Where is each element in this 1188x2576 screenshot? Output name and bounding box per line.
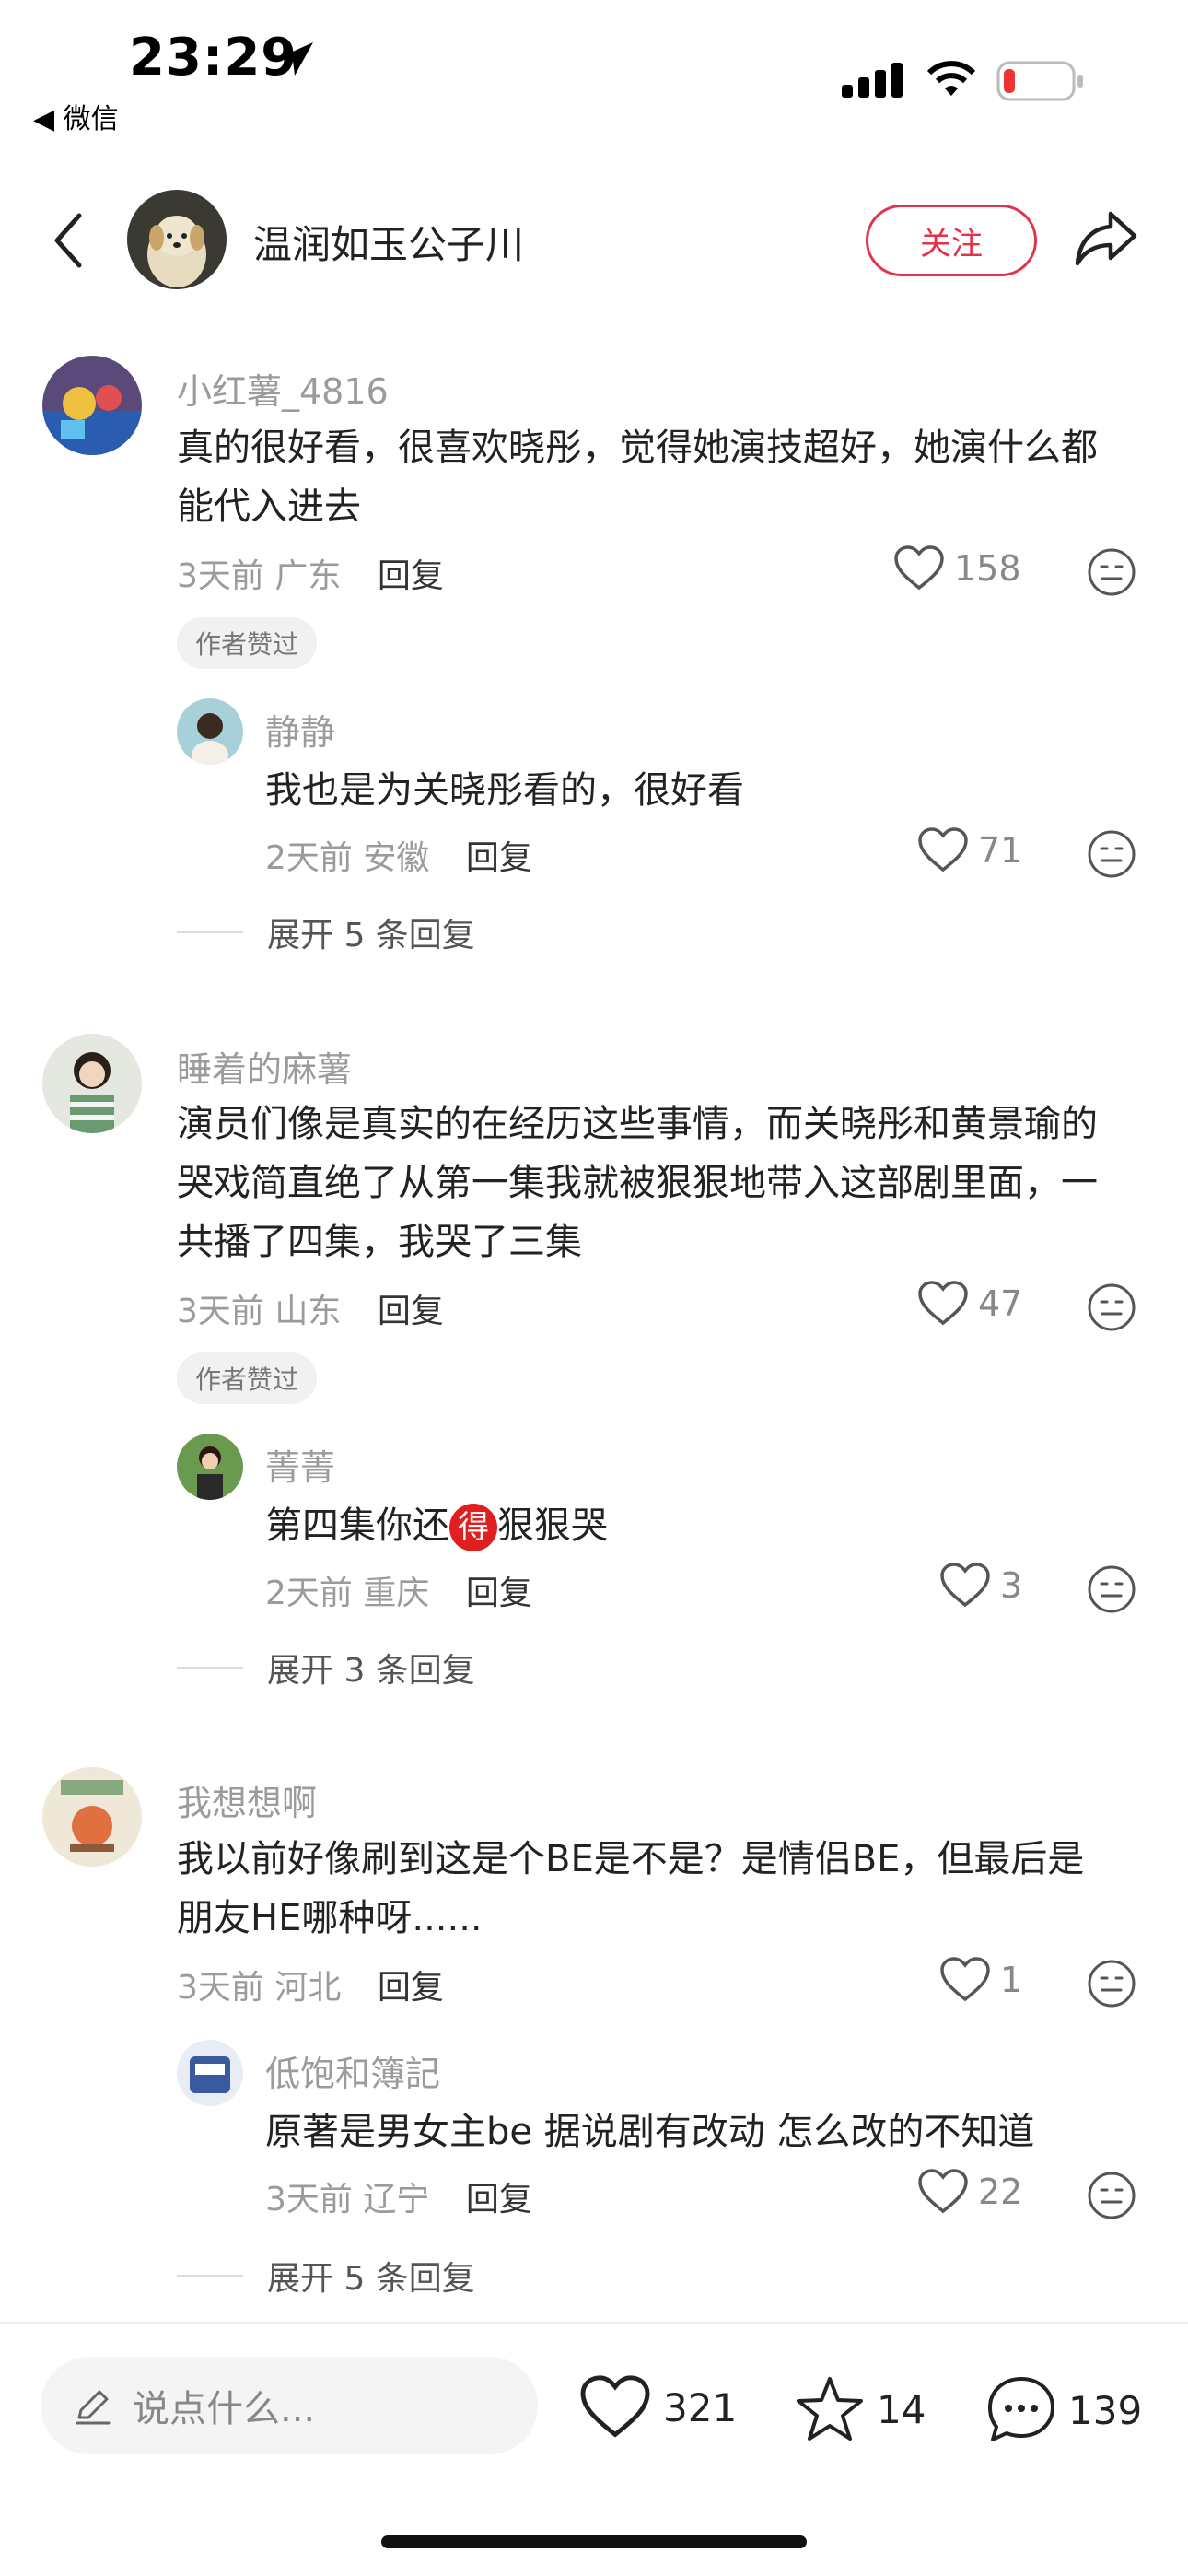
red-character-emoji: 得 — [449, 1504, 497, 1551]
reply-meta: 2天前 重庆 回复 — [265, 1566, 532, 1614]
post-like-count: 321 — [663, 2384, 738, 2430]
comment-username[interactable]: 小红薯_4816 — [177, 363, 389, 414]
like-count: 71 — [978, 830, 1023, 871]
reply-meta: 3天前 辽宁 回复 — [265, 2172, 532, 2220]
reply-text: 我也是为关晓彤看的，很好看 — [265, 769, 744, 812]
author-name[interactable]: 温润如玉公子川 — [253, 214, 524, 270]
comment-text: 演员们像是真实的在经历这些事情，而关晓彤和黄景瑜的 哭戏简直绝了从第一集我就被狠… — [177, 1103, 1098, 1263]
like-button[interactable]: 3 — [939, 1563, 1022, 1609]
like-button[interactable]: 1 — [939, 1957, 1022, 2003]
like-count: 47 — [978, 1283, 1023, 1324]
home-indicator[interactable] — [381, 2535, 807, 2548]
heart-icon — [918, 2169, 968, 2214]
author-avatar[interactable] — [127, 190, 227, 289]
comment-location: 广东 — [274, 557, 342, 595]
like-button[interactable]: 47 — [917, 1281, 1022, 1327]
user-avatar[interactable] — [42, 356, 142, 455]
post-comment-count: 139 — [1068, 2387, 1143, 2433]
reply-meta: 2天前 安徽 回复 — [265, 831, 532, 879]
favorite-post-button[interactable]: 14 — [794, 2375, 926, 2443]
comment-meta: 3天前 河北 回复 — [177, 1961, 444, 2008]
reply-button[interactable]: 回复 — [378, 1293, 444, 1330]
reply-location: 辽宁 — [363, 2181, 430, 2219]
wifi-icon — [926, 61, 976, 96]
emoji-reaction-icon[interactable] — [1087, 547, 1136, 597]
like-button[interactable]: 22 — [917, 2169, 1022, 2215]
reply-user-avatar[interactable] — [177, 1434, 243, 1500]
reply-username[interactable]: 菁菁 — [265, 1439, 335, 1490]
reply-time: 2天前 — [265, 1575, 353, 1612]
reply-button[interactable]: 回复 — [378, 1969, 444, 2007]
comment-location: 山东 — [274, 1293, 342, 1330]
expand-replies-button[interactable]: 展开 5 条回复 — [177, 2252, 475, 2300]
emoji-reaction-icon[interactable] — [1087, 2171, 1136, 2220]
reply-username[interactable]: 低饱和簿記 — [265, 2045, 440, 2096]
reply-button[interactable]: 回复 — [466, 1575, 532, 1612]
comment-post-button[interactable]: 139 — [985, 2375, 1142, 2445]
location-arrow-icon — [276, 42, 313, 76]
comment-input-placeholder: 说点什么... — [133, 2388, 316, 2430]
comment-time: 3天前 — [177, 557, 264, 595]
comment-input[interactable]: 说点什么... — [41, 2357, 538, 2454]
like-post-button[interactable]: 321 — [578, 2375, 737, 2440]
like-count: 22 — [978, 2172, 1023, 2212]
comment-meta: 3天前 山东 回复 — [177, 1284, 444, 1332]
expand-replies-button[interactable]: 展开 5 条回复 — [177, 908, 475, 956]
like-count: 1 — [1000, 1960, 1023, 2000]
reply-time: 2天前 — [265, 839, 353, 877]
comment-bubble-icon — [988, 2377, 1054, 2441]
comment-username[interactable]: 我想想啊 — [177, 1774, 317, 1825]
comment-text: 真的很好看，很喜欢晓彤，觉得她演技超好，她演什么都 能代入进去 — [177, 427, 1098, 528]
like-count: 158 — [954, 548, 1021, 589]
bottom-divider — [0, 2322, 1188, 2324]
reply-button[interactable]: 回复 — [466, 2181, 532, 2219]
follow-button[interactable]: 关注 — [866, 205, 1037, 276]
heart-icon — [940, 1957, 990, 2002]
reply-username[interactable]: 静静 — [265, 704, 335, 755]
heart-icon — [894, 545, 944, 591]
heart-icon — [918, 1281, 968, 1326]
author-liked-badge: 作者赞过 — [177, 1352, 318, 1404]
emoji-reaction-icon[interactable] — [1087, 1564, 1136, 1614]
heart-icon — [580, 2375, 650, 2438]
post-favorite-count: 14 — [877, 2386, 926, 2432]
reply-button[interactable]: 回复 — [466, 839, 532, 877]
reply-time: 3天前 — [265, 2181, 353, 2219]
emoji-reaction-icon[interactable] — [1087, 1959, 1136, 2008]
expand-replies-button[interactable]: 展开 3 条回复 — [177, 1644, 475, 1692]
reply-location: 安徽 — [363, 839, 430, 877]
author-liked-badge: 作者赞过 — [177, 617, 318, 669]
like-button[interactable]: 158 — [893, 545, 1021, 591]
comment-text: 我以前好像刷到这是个BE是不是？是情侣BE，但最后是 朋友HE哪种呀...... — [177, 1838, 1085, 1939]
pencil-icon — [76, 2390, 111, 2425]
like-button[interactable]: 71 — [917, 827, 1022, 873]
heart-icon — [940, 1563, 990, 1608]
emoji-reaction-icon[interactable] — [1087, 1282, 1136, 1332]
comment-time: 3天前 — [177, 1293, 264, 1330]
comment-meta: 3天前 广东 回复 — [177, 549, 444, 597]
reply-button[interactable]: 回复 — [378, 557, 444, 595]
emoji-reaction-icon[interactable] — [1087, 829, 1136, 879]
heart-icon — [918, 827, 968, 872]
reply-user-avatar[interactable] — [177, 2040, 243, 2106]
user-avatar[interactable] — [42, 1767, 142, 1867]
comment-location: 河北 — [274, 1969, 342, 2007]
comment-username[interactable]: 睡着的麻薯 — [177, 1041, 352, 1092]
like-count: 3 — [1000, 1565, 1023, 1606]
battery-icon — [996, 61, 1083, 101]
back-to-wechat[interactable]: ◀ 微信 — [33, 96, 119, 136]
cellular-signal-icon — [842, 63, 903, 98]
comment-time: 3天前 — [177, 1969, 264, 2007]
share-icon[interactable] — [1074, 208, 1140, 269]
reply-text: 第四集你还得狠狠哭 — [265, 1496, 1094, 1555]
user-avatar[interactable] — [42, 1034, 142, 1133]
reply-location: 重庆 — [363, 1575, 430, 1612]
star-icon — [797, 2377, 863, 2441]
reply-text: 原著是男女主be 据说剧有改动 怎么改的不知道 — [265, 2111, 1035, 2153]
back-arrow-icon[interactable] — [50, 212, 87, 269]
reply-user-avatar[interactable] — [177, 698, 243, 765]
